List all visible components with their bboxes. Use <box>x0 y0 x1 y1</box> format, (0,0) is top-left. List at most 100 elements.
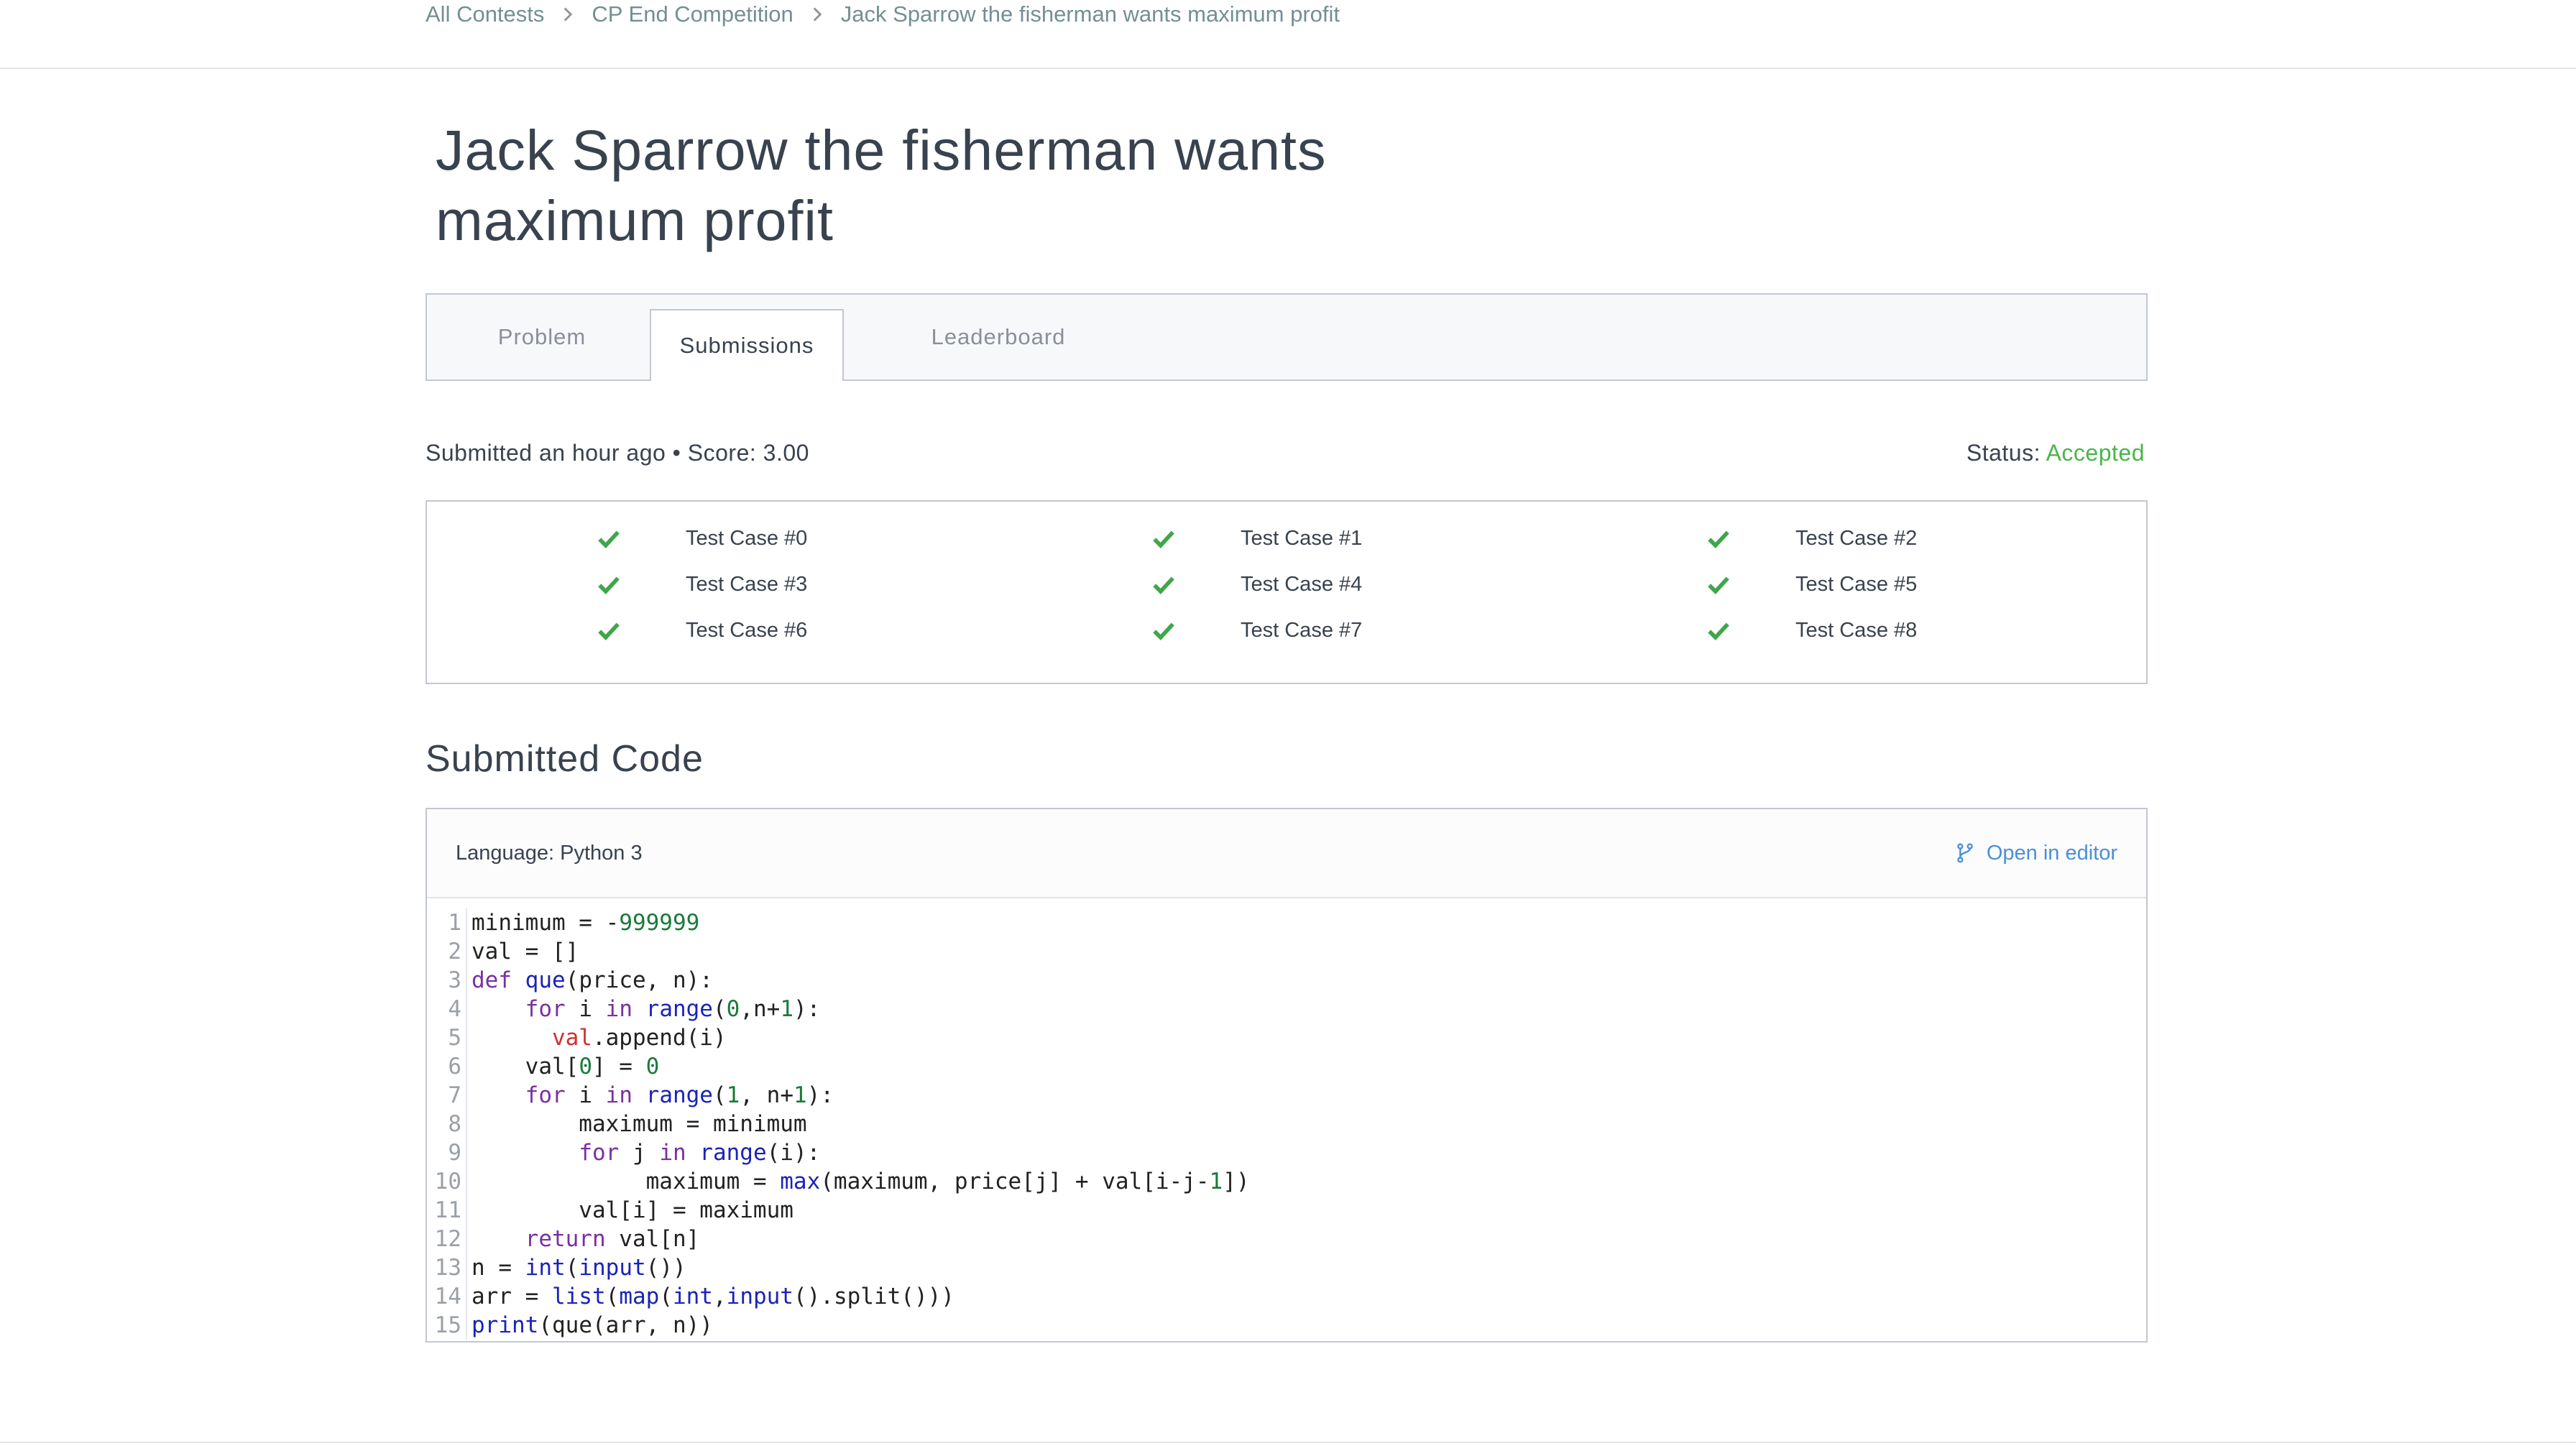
status-value: Accepted <box>2046 440 2145 466</box>
code-line: 8 maximum = minimum <box>427 1110 2146 1138</box>
code-text: arr = list(map(int,input().split())) <box>472 1284 954 1309</box>
breadcrumb-contest[interactable]: CP End Competition <box>592 1 793 27</box>
code-text: maximum = max(maximum, price[j] + val[i-… <box>472 1169 1250 1194</box>
test-case-label: Test Case #6 <box>686 618 808 642</box>
test-case-grid: Test Case #0 Test Case #1 Test Case #2 T… <box>426 500 2148 684</box>
test-case-item: Test Case #1 <box>1151 526 1362 551</box>
open-in-editor-label: Open in editor <box>1986 841 2117 865</box>
line-number: 13 <box>427 1253 467 1282</box>
code-viewer: Language: Python 3 Open in editor 1 minim… <box>426 808 2148 1343</box>
code-line: 6 val[0] = 0 <box>427 1052 2146 1081</box>
line-number: 12 <box>427 1225 467 1253</box>
checkmark-icon <box>597 572 621 597</box>
test-case-label: Test Case #2 <box>1795 526 1918 550</box>
chevron-right-icon <box>805 2 829 27</box>
test-case-label: Test Case #4 <box>1241 572 1363 596</box>
test-case-label: Test Case #7 <box>1241 618 1363 642</box>
code-text: print(que(arr, n)) <box>472 1312 713 1338</box>
code-text: val[0] = 0 <box>472 1054 660 1079</box>
breadcrumb-all-contests[interactable]: All Contests <box>426 1 544 27</box>
footer-divider <box>0 1442 2576 1443</box>
git-branch-icon <box>1957 843 1973 863</box>
test-case-item: Test Case #8 <box>1706 618 1917 643</box>
code-text: for j in range(i): <box>579 1140 821 1166</box>
code-header: Language: Python 3 Open in editor <box>427 809 2146 898</box>
top-bar: All Contests CP End Competition Jack Spa… <box>0 0 2576 69</box>
status-label: Status: <box>1966 440 2041 466</box>
line-number: 5 <box>427 1023 467 1052</box>
checkmark-icon <box>1151 618 1176 643</box>
code-text: n = int(input()) <box>472 1255 686 1281</box>
checkmark-icon <box>597 526 621 551</box>
test-case-label: Test Case #3 <box>686 572 808 596</box>
chevron-right-icon <box>556 2 580 27</box>
line-number: 1 <box>427 908 467 937</box>
test-case-item: Test Case #6 <box>597 618 807 643</box>
page-title: Jack Sparrow the fisherman wants maximum… <box>436 115 1442 256</box>
code-text: for i in range(0,n+1): <box>525 996 821 1022</box>
checkmark-icon <box>597 618 621 643</box>
code-line: 15 print(que(arr, n)) <box>427 1311 2146 1340</box>
page-title-line-2: maximum profit <box>436 188 834 252</box>
code-line: 10 maximum = max(maximum, price[j] + val… <box>427 1167 2146 1196</box>
code-text: return val[n] <box>525 1226 700 1252</box>
code-line: 2 val = [] <box>427 937 2146 966</box>
tab-submissions[interactable]: Submissions <box>650 309 844 381</box>
code-text: maximum = minimum <box>472 1111 807 1137</box>
submitted-code-heading: Submitted Code <box>426 738 704 780</box>
test-case-item: Test Case #0 <box>597 526 807 551</box>
line-number: 9 <box>427 1138 467 1167</box>
test-case-label: Test Case #8 <box>1795 618 1918 642</box>
open-in-editor-link[interactable]: Open in editor <box>1954 842 2117 865</box>
language-label: Language: Python 3 <box>456 841 643 865</box>
test-case-item: Test Case #7 <box>1151 618 1362 643</box>
code-line: 12 return val[n] <box>427 1225 2146 1253</box>
code-text: val = [] <box>472 939 579 964</box>
checkmark-icon <box>1151 572 1176 597</box>
breadcrumb-challenge[interactable]: Jack Sparrow the fisherman wants maximum… <box>841 1 1340 27</box>
code-text: def que(price, n): <box>472 967 713 993</box>
checkmark-icon <box>1706 572 1731 597</box>
test-case-item: Test Case #2 <box>1706 526 1917 551</box>
test-case-label: Test Case #5 <box>1795 572 1918 596</box>
line-number: 10 <box>427 1167 467 1196</box>
code-text: minimum = -999999 <box>472 910 700 936</box>
checkmark-icon <box>1151 526 1176 551</box>
test-case-item: Test Case #5 <box>1706 572 1917 597</box>
code-text: val[i] = maximum <box>472 1197 794 1223</box>
code-text: val.append(i) <box>551 1025 727 1051</box>
test-case-item: Test Case #4 <box>1151 572 1362 597</box>
code-line: 7 for i in range(1, n+1): <box>427 1081 2146 1110</box>
test-case-item: Test Case #3 <box>597 572 807 597</box>
submission-meta: Submitted an hour ago • Score: 3.00 <box>426 440 809 466</box>
code-line: 9 for j in range(i): <box>427 1138 2146 1167</box>
code-line: 4 for i in range(0,n+1): <box>427 995 2146 1023</box>
code-line: 3 def que(price, n): <box>427 966 2146 995</box>
line-number: 11 <box>427 1196 467 1225</box>
page-title-line-1: Jack Sparrow the fisherman wants <box>436 118 1327 182</box>
breadcrumb: All Contests CP End Competition Jack Spa… <box>426 1 1340 27</box>
checkmark-icon <box>1706 618 1731 643</box>
line-number: 15 <box>427 1311 467 1340</box>
line-number: 2 <box>427 937 467 966</box>
code-line: 1 minimum = -999999 <box>427 908 2146 937</box>
line-number: 4 <box>427 995 467 1023</box>
code-line: 11 val[i] = maximum <box>427 1196 2146 1225</box>
code-line: 14 arr = list(map(int,input().split())) <box>427 1282 2146 1311</box>
line-number: 8 <box>427 1110 467 1138</box>
submission-status: Status: Accepted <box>1966 440 2145 466</box>
line-number: 7 <box>427 1081 467 1110</box>
checkmark-icon <box>1706 526 1731 551</box>
code-text: for i in range(1, n+1): <box>525 1082 834 1108</box>
line-number: 14 <box>427 1282 467 1311</box>
code-line: 5 val.append(i) <box>427 1023 2146 1052</box>
line-number: 3 <box>427 966 467 995</box>
test-case-label: Test Case #1 <box>1241 526 1363 550</box>
tab-bar: Problem Submissions Leaderboard <box>426 293 2148 381</box>
test-case-label: Test Case #0 <box>686 526 808 550</box>
line-number: 6 <box>427 1052 467 1081</box>
tab-leaderboard[interactable]: Leaderboard <box>887 295 1110 379</box>
code-line: 13 n = int(input()) <box>427 1253 2146 1282</box>
code-body: 1 minimum = -999999 2 val = [] 3 def que(pr… <box>427 898 2146 1340</box>
tab-problem[interactable]: Problem <box>427 295 657 379</box>
